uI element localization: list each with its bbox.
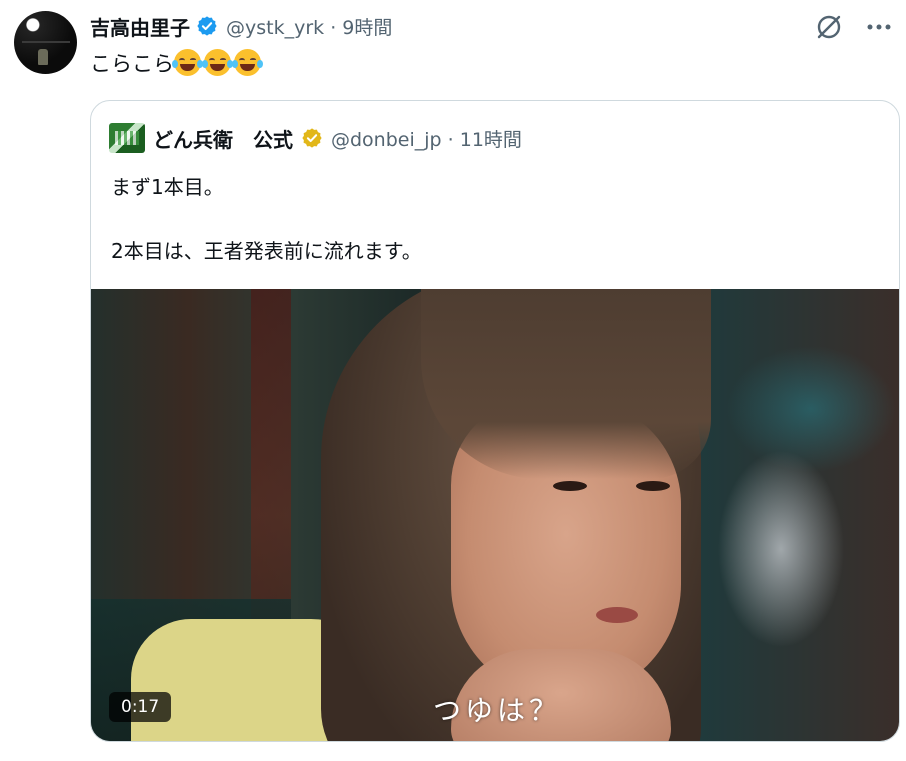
- video-mouth: [596, 607, 638, 623]
- face-with-tears-of-joy-icon: [202, 49, 233, 76]
- quoted-tweet-header: どん兵衛 公式 @donbei_jp · 11時間: [109, 123, 522, 153]
- video-eye-left: [553, 481, 587, 491]
- tweet-actions: [812, 10, 896, 44]
- grok-slash-circle-icon[interactable]: [812, 10, 846, 44]
- author-handle-text: @ystk_yrk: [226, 16, 325, 39]
- avatar-figure: [38, 49, 48, 65]
- tweet-text-content: こらこら: [90, 52, 174, 76]
- author-display-name[interactable]: 吉高由里子: [90, 12, 190, 41]
- author-handle[interactable]: @ystk_yrk · 9時間: [226, 13, 392, 40]
- quoted-tweet-card[interactable]: どん兵衛 公式 @donbei_jp · 11時間 まず1本目。 2本目は、王者…: [90, 100, 900, 742]
- more-dots-icon[interactable]: [862, 10, 896, 44]
- face-with-tears-of-joy-icon: [232, 49, 263, 76]
- quoted-author-handle[interactable]: @donbei_jp · 11時間: [331, 125, 522, 152]
- tweet-header: 吉高由里子 @ystk_yrk · 9時間: [90, 10, 392, 42]
- avatar-ledge: [22, 41, 70, 43]
- video-subtitle: つゆは？: [433, 694, 562, 727]
- post-time[interactable]: 9時間: [342, 17, 392, 39]
- verified-gold-badge-icon: [301, 127, 323, 149]
- video-bangs: [421, 289, 711, 479]
- video-eye-right: [636, 481, 670, 491]
- quoted-tweet-line-2: 2本目は、王者発表前に流れます。: [111, 239, 422, 263]
- video-player[interactable]: 0:17 つゆは？: [91, 289, 899, 741]
- face-with-tears-of-joy-icon: [172, 49, 203, 76]
- quoted-post-time[interactable]: 11時間: [460, 129, 522, 151]
- tweet-text: こらこら: [90, 48, 264, 78]
- verified-badge-icon: [196, 15, 218, 37]
- quoted-author-display-name[interactable]: どん兵衛 公式: [153, 124, 293, 153]
- quoted-author-avatar[interactable]: [109, 123, 145, 153]
- video-duration-badge: 0:17: [109, 692, 172, 722]
- quoted-handle-text: @donbei_jp: [331, 128, 442, 151]
- author-avatar[interactable]: [14, 11, 77, 74]
- quoted-tweet-line-1: まず1本目。: [111, 175, 224, 199]
